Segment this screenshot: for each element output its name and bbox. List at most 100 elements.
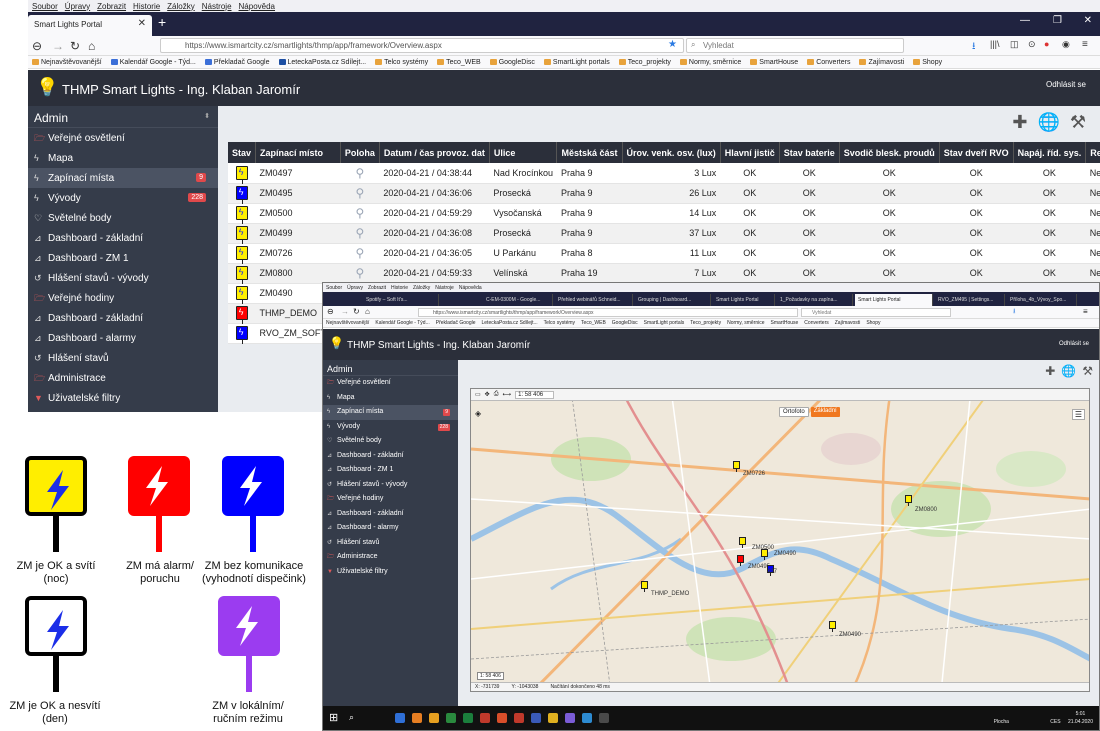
logout-link[interactable]: Odhlásit se (1046, 80, 1086, 89)
search-icon[interactable]: ⌕ (349, 712, 354, 723)
column-header[interactable]: Hlavní jistič (720, 142, 780, 163)
add-icon[interactable]: ✚ (1045, 364, 1055, 378)
sidebar-item[interactable]: 🗁 Administrace (323, 550, 458, 565)
menu-item[interactable]: Zobrazit (368, 285, 386, 291)
bookmark-item[interactable]: Teco_WEB (581, 320, 606, 326)
table-row[interactable]: ϟ ZM0495 ⚲ 2020-04-21 / 04:36:06 Prosecká Pra… (228, 183, 1100, 204)
zoom-box-icon[interactable]: ▭ (475, 391, 481, 398)
reload-icon[interactable]: ↻ (70, 39, 80, 53)
column-header[interactable]: Napáj. říd. sys. (1013, 142, 1087, 163)
column-header[interactable]: Stav baterie (779, 142, 840, 163)
scale-select[interactable]: 1: 58 406 (515, 390, 555, 399)
pan-icon[interactable]: ✥ (485, 391, 490, 398)
bookmark-item[interactable]: LeteckaPosta.cz Sdílejt... (482, 320, 538, 326)
browser-tab[interactable]: Smart Lights Portal ✕ (28, 15, 152, 36)
sidebar-item[interactable]: ↺ Hlášení stavů (28, 348, 218, 368)
layers-list-icon[interactable]: ☰ (1071, 409, 1085, 420)
zm-marker-icon[interactable] (733, 461, 740, 472)
logout-link[interactable]: Odhlásit se (1059, 341, 1089, 347)
sidebar-header[interactable]: Admin ⬍ (28, 106, 218, 128)
sidebar-item[interactable]: ⊿ Dashboard - základní (28, 308, 218, 328)
bookmark-item[interactable]: Teco_projekty (618, 59, 671, 66)
column-header[interactable]: Ulice (489, 142, 558, 163)
back-icon[interactable]: ⊖ (32, 39, 42, 53)
bookmark-item[interactable]: SmartLight portals (644, 320, 685, 326)
restore-icon[interactable]: ❐ (1053, 15, 1062, 26)
sidebar-item[interactable]: 🗁 Veřejné osvětlení (323, 376, 458, 391)
table-row[interactable]: ϟ ZM0499 ⚲ 2020-04-21 / 04:36:08 Prosecká Pra… (228, 223, 1100, 244)
taskbar-app-icon[interactable] (412, 713, 422, 723)
taskbar-app-icon[interactable] (429, 713, 439, 723)
tray-clock[interactable]: 5:01 21.04.2020 (1068, 710, 1093, 726)
taskbar-app-icon[interactable] (463, 713, 473, 723)
bookmark-item[interactable]: Nejnavštěvovanější (326, 320, 369, 326)
menu-item[interactable]: Nápověda (459, 285, 482, 291)
taskbar-app-icon[interactable] (514, 713, 524, 723)
table-row[interactable]: ϟ ZM0800 ⚲ 2020-04-21 / 04:59:33 Velínská Pra… (228, 263, 1100, 284)
layer-zakladni-button[interactable]: Základní (810, 407, 840, 417)
tray-language[interactable]: CES (1050, 719, 1060, 725)
menu-item[interactable]: Historie (133, 2, 160, 11)
column-header[interactable]: Režim údr (1085, 142, 1100, 163)
menu-item[interactable]: Záložky (167, 2, 195, 11)
bookmark-item[interactable]: Nejnavštěvovanější (32, 59, 102, 66)
map-pin-icon[interactable]: ⚲ (344, 226, 375, 240)
bookmark-item[interactable]: Normy, směrnice (727, 320, 764, 326)
menu-item[interactable]: Nástroje (435, 285, 454, 291)
sidebar-item[interactable]: ▼ Uživatelské filtry (323, 565, 458, 580)
column-header[interactable]: Úrov. venk. osv. (lux) (622, 142, 721, 163)
browser-tab[interactable]: C-EM-0300M - Google... (483, 294, 553, 306)
bookmark-item[interactable]: Shopy (866, 320, 880, 326)
taskbar-app-icon[interactable] (446, 713, 456, 723)
bookmark-item[interactable]: LeteckaPosta.cz Sdílejt... (278, 59, 366, 66)
map-pin-icon[interactable]: ⚲ (344, 186, 375, 200)
taskbar-app-icon[interactable] (497, 713, 507, 723)
bookmark-item[interactable]: Teco_projekty (690, 320, 721, 326)
sidebar-toggle-icon[interactable]: ◫ (1010, 39, 1019, 50)
sidebar-item[interactable]: ⊿ Dashboard - alarmy (28, 328, 218, 348)
bookmark-item[interactable]: SmartHouse (771, 320, 799, 326)
bookmark-item[interactable]: Kalendář Google - Týd... (375, 320, 429, 326)
bookmark-item[interactable]: SmartLight portals (543, 59, 610, 66)
layers-icon[interactable]: ◈ (475, 409, 481, 418)
home-icon[interactable]: ⌂ (365, 307, 370, 316)
browser-tab[interactable]: Příloha_4b_Vývoy_Spo... (1007, 294, 1077, 306)
bookmark-item[interactable]: SmartHouse (750, 59, 798, 66)
add-icon[interactable]: ✚ (1012, 112, 1027, 133)
extension-icon[interactable]: ⊙ (1028, 39, 1036, 50)
zm-marker-icon[interactable] (737, 555, 744, 566)
sidebar-item[interactable]: ϟ Zapínací místa 9 (28, 168, 218, 188)
hamburger-menu-icon[interactable]: ≡ (1083, 307, 1088, 316)
bookmark-item[interactable]: Normy, směrnice (679, 59, 741, 66)
menu-item[interactable]: Záložky (413, 285, 430, 291)
account-icon[interactable]: ◉ (1062, 39, 1070, 50)
browser-tab[interactable]: Grouping | Dashboard... (635, 294, 711, 306)
download-icon[interactable]: ⭳ (1013, 307, 1015, 318)
layer-ortofoto-button[interactable]: Ortofoto (779, 407, 809, 417)
bookmark-item[interactable]: Telco systémy (544, 320, 575, 326)
globe-icon[interactable]: 🌐 (1061, 364, 1076, 378)
bookmark-item[interactable]: Converters (807, 59, 850, 66)
zm-marker-icon[interactable] (829, 621, 836, 632)
library-icon[interactable]: |||\ (990, 39, 1000, 49)
browser-tab[interactable]: Spotify – Soft It's... (363, 294, 439, 306)
tools-icon[interactable]: ⚒ (1082, 364, 1093, 378)
menu-item[interactable]: Nápověda (239, 2, 275, 11)
sidebar-item[interactable]: 🗁 Administrace (28, 368, 218, 388)
window-close-icon[interactable]: ✕ (1084, 15, 1092, 26)
hamburger-menu-icon[interactable]: ≡ (1082, 39, 1088, 50)
table-row[interactable]: ϟ ZM0497 ⚲ 2020-04-21 / 04:38:44 Nad Krocínk… (228, 163, 1100, 184)
sidebar-item[interactable]: ⊿ Dashboard - alarmy (323, 521, 458, 536)
sidebar-item[interactable]: ϟ Mapa (323, 391, 458, 406)
browser-tab[interactable]: 1_Požadavky na zapína... (777, 294, 853, 306)
column-header[interactable]: Městská část (556, 142, 623, 163)
sidebar-item[interactable]: ϟ Vývody 228 (323, 420, 458, 435)
minimize-icon[interactable]: — (1020, 15, 1030, 26)
windows-start-icon[interactable]: ⊞ (329, 711, 338, 724)
back-icon[interactable]: ⊖ (327, 307, 334, 316)
bookmark-item[interactable]: Teco_WEB (437, 59, 481, 66)
search-input[interactable]: Vyhledat (801, 308, 951, 317)
zm-marker-icon[interactable] (739, 537, 746, 548)
taskbar-app-icon[interactable] (395, 713, 405, 723)
map-pin-icon[interactable]: ⚲ (344, 266, 375, 280)
